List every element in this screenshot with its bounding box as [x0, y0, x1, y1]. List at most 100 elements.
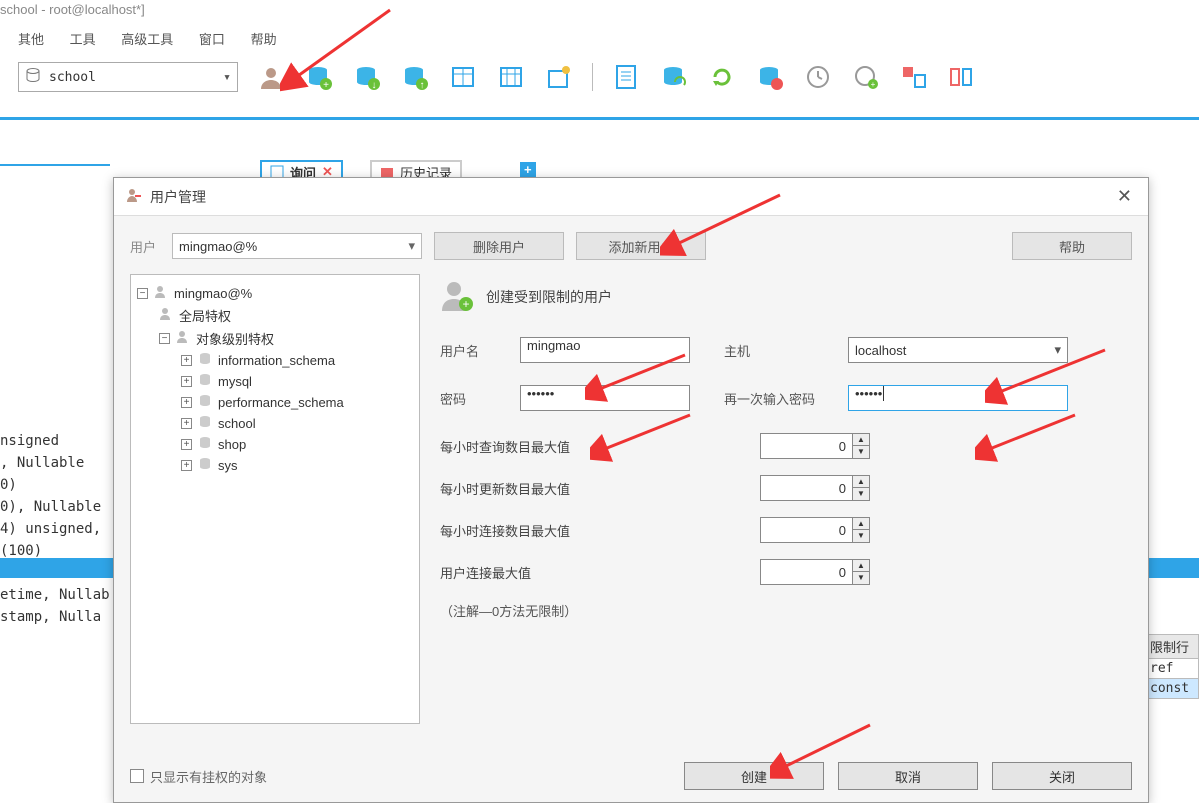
svg-text:+: +: [323, 80, 329, 90]
menu-other[interactable]: 其他: [18, 32, 44, 47]
menu-adv-tools[interactable]: 高级工具: [121, 32, 173, 47]
tree-db-label: shop: [218, 437, 246, 452]
db-up-icon[interactable]: ↑: [400, 62, 430, 92]
cancel-button[interactable]: 取消: [838, 762, 978, 790]
database-selector[interactable]: school ▾: [18, 62, 238, 92]
expand-icon[interactable]: +: [181, 418, 192, 429]
username-input[interactable]: mingmao: [520, 337, 690, 363]
password-value: ••••••: [527, 386, 554, 401]
chevron-down-icon: ▾: [408, 238, 415, 254]
database-selected-text: school: [49, 70, 96, 85]
clock-add-icon[interactable]: +: [851, 62, 881, 92]
user-manager-icon[interactable]: [256, 62, 286, 92]
menu-tools[interactable]: 工具: [70, 32, 96, 47]
new-db-icon[interactable]: +: [304, 62, 334, 92]
toolbar-separator: [592, 63, 593, 91]
database-icon: [198, 415, 212, 432]
checkbox-box: [130, 769, 144, 783]
tree-db-shop[interactable]: + shop: [137, 434, 413, 455]
collapse-icon[interactable]: −: [137, 288, 148, 299]
delete-user-button[interactable]: 删除用户: [434, 232, 564, 260]
tree-db-label: information_schema: [218, 353, 335, 368]
spinner-value: 0: [761, 481, 852, 496]
spinner-down-icon[interactable]: ▼: [853, 446, 869, 458]
host-label: 主机: [724, 341, 848, 360]
limit-note: （注解—0方法无限制）: [440, 601, 1126, 620]
database-icon: [198, 436, 212, 453]
limit-queries-spinner[interactable]: 0▲▼: [760, 433, 870, 459]
limit-updates-label: 每小时更新数目最大值: [440, 479, 760, 498]
refresh-icon[interactable]: [707, 62, 737, 92]
password-input[interactable]: ••••••: [520, 385, 690, 411]
layout-icon-2[interactable]: [947, 62, 977, 92]
help-button[interactable]: 帮助: [1012, 232, 1132, 260]
limit-user-conn-label: 用户连接最大值: [440, 563, 760, 582]
show-granted-checkbox[interactable]: 只显示有挂权的对象: [130, 767, 267, 786]
spinner-up-icon[interactable]: ▲: [853, 560, 869, 572]
layout-icon-1[interactable]: [899, 62, 929, 92]
tree-db-school[interactable]: +school: [137, 413, 413, 434]
close-button[interactable]: 关闭: [992, 762, 1132, 790]
expand-icon[interactable]: +: [181, 460, 192, 471]
limit-updates-spinner[interactable]: 0▲▼: [760, 475, 870, 501]
expand-icon[interactable]: +: [181, 376, 192, 387]
show-granted-label: 只显示有挂权的对象: [150, 767, 267, 786]
document-icon[interactable]: [611, 62, 641, 92]
clock-icon[interactable]: [803, 62, 833, 92]
spinner-down-icon[interactable]: ▼: [853, 488, 869, 500]
tree-db-label: sys: [218, 458, 238, 473]
tree-user-node[interactable]: − mingmao@%: [137, 283, 413, 304]
tree-global-priv[interactable]: 全局特权: [137, 304, 413, 327]
tab-add-icon[interactable]: +: [520, 162, 536, 177]
table-icon-2[interactable]: [496, 62, 526, 92]
spinner-up-icon[interactable]: ▲: [853, 476, 869, 488]
database-icon: [198, 352, 212, 369]
privilege-tree[interactable]: − mingmao@% 全局特权 −: [130, 274, 420, 724]
tree-db-mysql[interactable]: +mysql: [137, 371, 413, 392]
db-refresh-icon[interactable]: [659, 62, 689, 92]
password-confirm-value: ••••••: [855, 386, 882, 401]
background-code-text: nsigned , Nullable 0) 0), Nullable 4) un…: [0, 430, 110, 628]
user-dropdown[interactable]: mingmao@% ▾: [172, 233, 422, 259]
db-stop-icon[interactable]: [755, 62, 785, 92]
password-label: 密码: [440, 389, 520, 408]
menu-help[interactable]: 帮助: [251, 32, 277, 47]
form-heading: 创建受到限制的用户: [486, 287, 612, 307]
host-dropdown[interactable]: localhost ▾: [848, 337, 1068, 363]
blue-divider: [0, 117, 1199, 120]
spinner-down-icon[interactable]: ▼: [853, 530, 869, 542]
create-button[interactable]: 创建: [684, 762, 824, 790]
user-dropdown-label: 用户: [130, 237, 156, 256]
db-down-icon[interactable]: ↓: [352, 62, 382, 92]
limit-user-conn-spinner[interactable]: 0▲▼: [760, 559, 870, 585]
svg-text:↓: ↓: [372, 80, 377, 90]
user-management-dialog: 用户管理 ✕ 用户 mingmao@% ▾ 删除用户 添加新用户 帮助 − mi…: [113, 177, 1149, 803]
tree-db-information-schema[interactable]: + information_schema: [137, 350, 413, 371]
spinner-down-icon[interactable]: ▼: [853, 572, 869, 584]
dialog-title-bar: 用户管理 ✕: [114, 178, 1148, 216]
table-key-icon[interactable]: [544, 62, 574, 92]
password-confirm-input[interactable]: ••••••: [848, 385, 1068, 411]
tree-db-sys[interactable]: + sys: [137, 455, 413, 476]
spinner-up-icon[interactable]: ▲: [853, 434, 869, 446]
menu-window[interactable]: 窗口: [199, 32, 225, 47]
svg-text:+: +: [462, 297, 469, 311]
limit-queries-label: 每小时查询数目最大值: [440, 437, 760, 456]
tree-global-label: 全局特权: [179, 306, 231, 325]
collapse-icon[interactable]: −: [159, 333, 170, 344]
table-icon-1[interactable]: [448, 62, 478, 92]
expand-icon[interactable]: +: [181, 397, 192, 408]
tree-object-priv[interactable]: − 对象级别特权: [137, 327, 413, 350]
spinner-up-icon[interactable]: ▲: [853, 518, 869, 530]
expand-icon[interactable]: +: [181, 439, 192, 450]
add-user-button[interactable]: 添加新用户: [576, 232, 706, 260]
dialog-title-text: 用户管理: [150, 187, 206, 207]
password-confirm-label: 再一次输入密码: [724, 389, 848, 408]
close-icon[interactable]: ✕: [1113, 186, 1136, 207]
tree-user-label: mingmao@%: [174, 286, 252, 301]
expand-icon[interactable]: +: [181, 355, 192, 366]
limit-connections-spinner[interactable]: 0▲▼: [760, 517, 870, 543]
create-user-form: + 创建受到限制的用户 用户名 mingmao 主机 localhost ▾ 密…: [434, 274, 1132, 724]
tree-db-label: performance_schema: [218, 395, 344, 410]
tree-db-performance-schema[interactable]: + performance_schema: [137, 392, 413, 413]
